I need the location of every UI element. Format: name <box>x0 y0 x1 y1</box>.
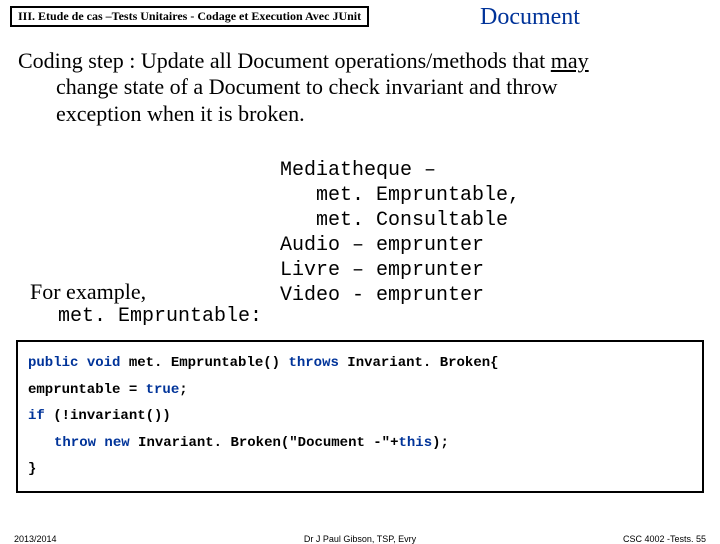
example-label-text: For example, <box>30 279 146 304</box>
footer-author: Dr J Paul Gibson, TSP, Evry <box>0 534 720 544</box>
code-line-4: throw new Invariant. Broken("Document -"… <box>28 430 692 457</box>
code-sig-end: Invariant. Broken{ <box>339 355 499 371</box>
code-l2b: ; <box>179 382 187 398</box>
keyword-new: new <box>104 435 129 451</box>
class-method-list: Mediatheque – met. Empruntable, met. Con… <box>280 158 520 308</box>
body-line2: change state of a Document to check inva… <box>18 74 702 100</box>
code-line-5: } <box>28 456 692 483</box>
keyword-true: true <box>146 382 180 398</box>
example-label-mono: met. Empruntable: <box>30 305 262 328</box>
example-section: Mediatheque – met. Empruntable, met. Con… <box>18 158 702 328</box>
code-l3: (!invariant()) <box>45 408 171 424</box>
example-label: For example, met. Empruntable: <box>30 279 262 328</box>
code-line-1: public void met. Empruntable() throws In… <box>28 350 692 377</box>
footer-page: CSC 4002 -Tests. 55 <box>623 534 706 544</box>
code-line-2: empruntable = true; <box>28 377 692 404</box>
keyword-throws: throws <box>288 355 338 371</box>
body-line1a: Coding step : Update all Document operat… <box>18 48 551 73</box>
breadcrumb-box: III. Etude de cas –Tests Unitaires - Cod… <box>10 6 369 27</box>
code-line-3: if (!invariant()) <box>28 403 692 430</box>
keyword-throw: throw <box>54 435 96 451</box>
keyword-public: public <box>28 355 78 371</box>
keyword-this: this <box>398 435 432 451</box>
keyword-void: void <box>87 355 121 371</box>
code-block: public void met. Empruntable() throws In… <box>16 340 704 493</box>
code-sig-mid: met. Empruntable() <box>120 355 288 371</box>
code-l4: Invariant. Broken("Document -"+ <box>130 435 399 451</box>
code-l2a: empruntable = <box>28 382 146 398</box>
code-l4b: ); <box>432 435 449 451</box>
page-title: Document <box>480 4 580 31</box>
body-paragraph: Coding step : Update all Document operat… <box>18 48 702 127</box>
keyword-if: if <box>28 408 45 424</box>
body-line1b-underlined: may <box>551 48 589 73</box>
body-line3: exception when it is broken. <box>18 101 702 127</box>
